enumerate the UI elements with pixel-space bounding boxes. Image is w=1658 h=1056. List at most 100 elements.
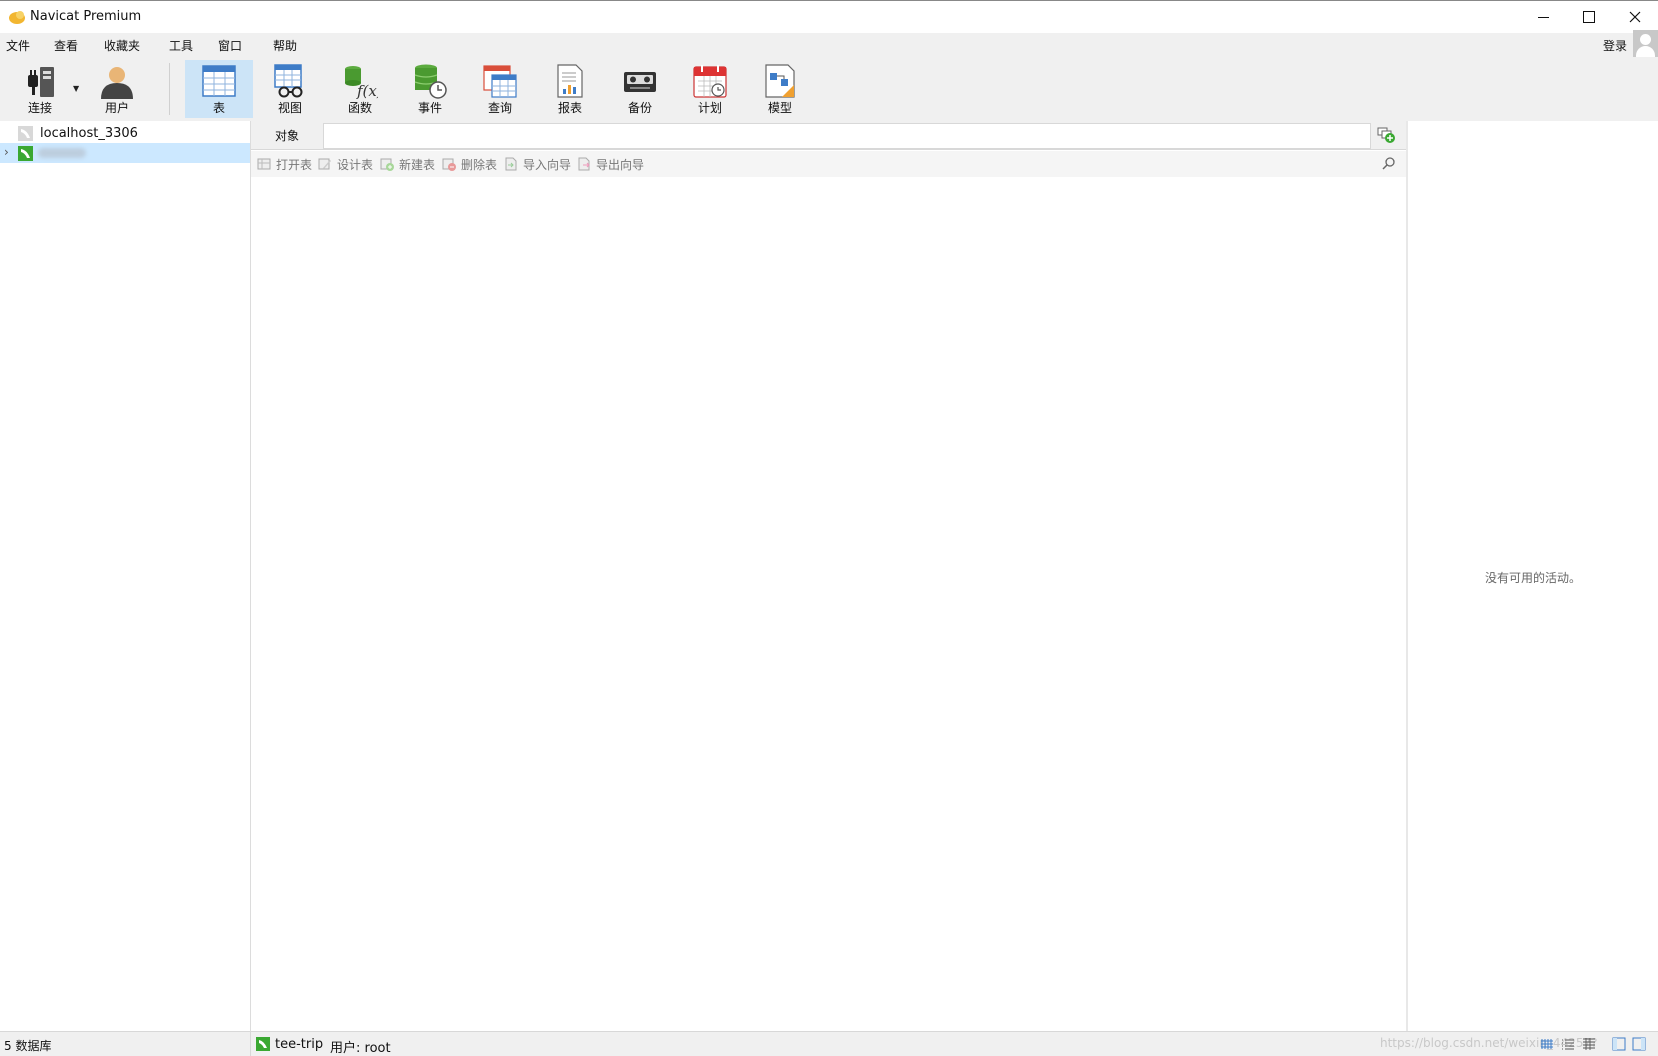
import-wizard-button[interactable]: 导入向导 bbox=[504, 155, 571, 173]
schedule-label: 计划 bbox=[697, 101, 722, 115]
title-bar: Navicat Premium bbox=[0, 0, 1658, 33]
object-toolbar: 打开表 设计表 新建表 删除表 导入向导 导出向导 bbox=[251, 151, 1406, 177]
connection-tree: localhost_3306 › bbox=[0, 121, 251, 1031]
minimize-button[interactable] bbox=[1520, 1, 1566, 33]
query-label: 查询 bbox=[487, 101, 512, 115]
maximize-button[interactable] bbox=[1566, 1, 1612, 33]
connection-button[interactable]: 连接 bbox=[6, 60, 74, 118]
tab-area bbox=[323, 123, 1371, 149]
left-pane-toggle-icon[interactable] bbox=[1612, 1037, 1626, 1051]
view-label: 视图 bbox=[277, 101, 302, 115]
query-icon bbox=[483, 65, 517, 98]
chevron-down-icon[interactable]: ▼ bbox=[73, 84, 79, 93]
report-label: 报表 bbox=[557, 101, 582, 115]
backup-button[interactable]: 备份 bbox=[606, 60, 674, 118]
query-button[interactable]: 查询 bbox=[466, 60, 534, 118]
event-button[interactable]: 事件 bbox=[396, 60, 464, 118]
user-icon bbox=[101, 67, 133, 99]
minimize-icon bbox=[1537, 16, 1549, 18]
delete-table-button[interactable]: 删除表 bbox=[442, 155, 497, 173]
report-icon bbox=[557, 64, 583, 98]
design-table-button[interactable]: 设计表 bbox=[318, 155, 373, 173]
status-bar: 5 数据库 tee-trip 用户: root https://blog.csd… bbox=[0, 1031, 1658, 1056]
function-button[interactable]: f(x) 函数 bbox=[326, 60, 394, 118]
new-tab-icon[interactable] bbox=[1375, 125, 1397, 145]
no-activity-message: 没有可用的活动。 bbox=[1484, 571, 1581, 585]
activity-panel: 没有可用的活动。 bbox=[1408, 121, 1658, 1031]
current-user: 用户: root bbox=[330, 1041, 391, 1056]
export-wizard-button[interactable]: 导出向导 bbox=[577, 155, 644, 173]
new-table-button[interactable]: 新建表 bbox=[380, 155, 435, 173]
window-title: Navicat Premium bbox=[30, 9, 142, 24]
menu-view[interactable]: 查看 bbox=[54, 37, 78, 54]
close-button[interactable] bbox=[1612, 1, 1658, 33]
grid-view-icon[interactable] bbox=[1540, 1037, 1554, 1051]
view-button[interactable]: 视图 bbox=[256, 60, 324, 118]
close-icon bbox=[1629, 11, 1641, 23]
search-icon[interactable] bbox=[1381, 156, 1397, 172]
objects-panel: 对象 打开表 设计表 新建表 删除表 导入向导 导出向导 bbox=[251, 121, 1406, 1031]
user-label: 用户 bbox=[104, 101, 129, 115]
connection-label: 连接 bbox=[27, 101, 52, 115]
connection-item[interactable]: › bbox=[0, 143, 250, 163]
plug-icon bbox=[28, 67, 54, 97]
open-table-button[interactable]: 打开表 bbox=[257, 155, 312, 173]
event-label: 事件 bbox=[417, 101, 442, 115]
delete-table-icon bbox=[442, 158, 456, 171]
schedule-button[interactable]: 计划 bbox=[676, 60, 744, 118]
function-icon: f(x) bbox=[345, 66, 378, 99]
chevron-right-icon[interactable]: › bbox=[4, 145, 9, 159]
import-wizard-label: 导入向导 bbox=[523, 157, 572, 172]
status-divider bbox=[250, 1032, 251, 1056]
model-icon bbox=[765, 64, 795, 98]
toolbar-divider bbox=[169, 63, 170, 115]
backup-icon bbox=[624, 72, 656, 92]
open-table-label: 打开表 bbox=[276, 157, 313, 172]
mysql-connection-icon bbox=[256, 1037, 270, 1051]
new-table-icon bbox=[380, 158, 394, 171]
menu-window[interactable]: 窗口 bbox=[218, 37, 242, 54]
delete-table-label: 删除表 bbox=[461, 157, 498, 172]
open-table-icon bbox=[257, 158, 271, 170]
menu-help[interactable]: 帮助 bbox=[273, 37, 297, 54]
connection-name: localhost_3306 bbox=[40, 126, 138, 141]
table-button[interactable]: 表 bbox=[185, 60, 253, 118]
backup-label: 备份 bbox=[627, 101, 652, 115]
table-icon bbox=[202, 65, 236, 97]
event-icon bbox=[414, 64, 447, 99]
design-table-label: 设计表 bbox=[337, 157, 374, 172]
detail-view-icon[interactable] bbox=[1582, 1037, 1596, 1051]
menu-bar: 文件 查看 收藏夹 工具 窗口 帮助 登录 bbox=[0, 33, 1658, 57]
model-label: 模型 bbox=[767, 101, 792, 115]
right-pane-toggle-icon[interactable] bbox=[1632, 1037, 1646, 1051]
connection-item[interactable]: localhost_3306 bbox=[0, 123, 250, 143]
svg-text:f(x): f(x) bbox=[356, 82, 378, 99]
database-count: 5 数据库 bbox=[4, 1039, 52, 1053]
navicat-logo-icon bbox=[9, 11, 25, 24]
table-label: 表 bbox=[212, 101, 225, 115]
blurred-connection-name bbox=[38, 148, 86, 158]
view-icon bbox=[274, 64, 303, 98]
current-database: tee-trip bbox=[275, 1037, 324, 1052]
report-button[interactable]: 报表 bbox=[536, 60, 604, 118]
menu-tools[interactable]: 工具 bbox=[169, 37, 193, 54]
export-icon bbox=[578, 157, 590, 171]
tab-strip: 对象 bbox=[251, 121, 1406, 150]
function-label: 函数 bbox=[347, 101, 372, 115]
main-toolbar: 连接 ▼ 用户 表 视图 f(x) bbox=[0, 57, 1658, 121]
schedule-icon bbox=[693, 65, 727, 98]
user-button[interactable]: 用户 bbox=[83, 60, 151, 118]
login-link[interactable]: 登录 bbox=[1603, 37, 1627, 54]
maximize-icon bbox=[1583, 11, 1595, 23]
avatar-icon[interactable] bbox=[1633, 30, 1658, 58]
model-button[interactable]: 模型 bbox=[746, 60, 814, 118]
mysql-connection-icon bbox=[18, 146, 33, 161]
list-view-icon[interactable] bbox=[1561, 1037, 1575, 1051]
design-table-icon bbox=[318, 158, 331, 170]
tab-objects[interactable]: 对象 bbox=[251, 123, 324, 149]
import-icon bbox=[505, 157, 517, 171]
mysql-connection-icon bbox=[18, 126, 33, 141]
menu-file[interactable]: 文件 bbox=[6, 37, 30, 54]
menu-favorites[interactable]: 收藏夹 bbox=[104, 37, 140, 54]
new-table-label: 新建表 bbox=[399, 157, 436, 172]
